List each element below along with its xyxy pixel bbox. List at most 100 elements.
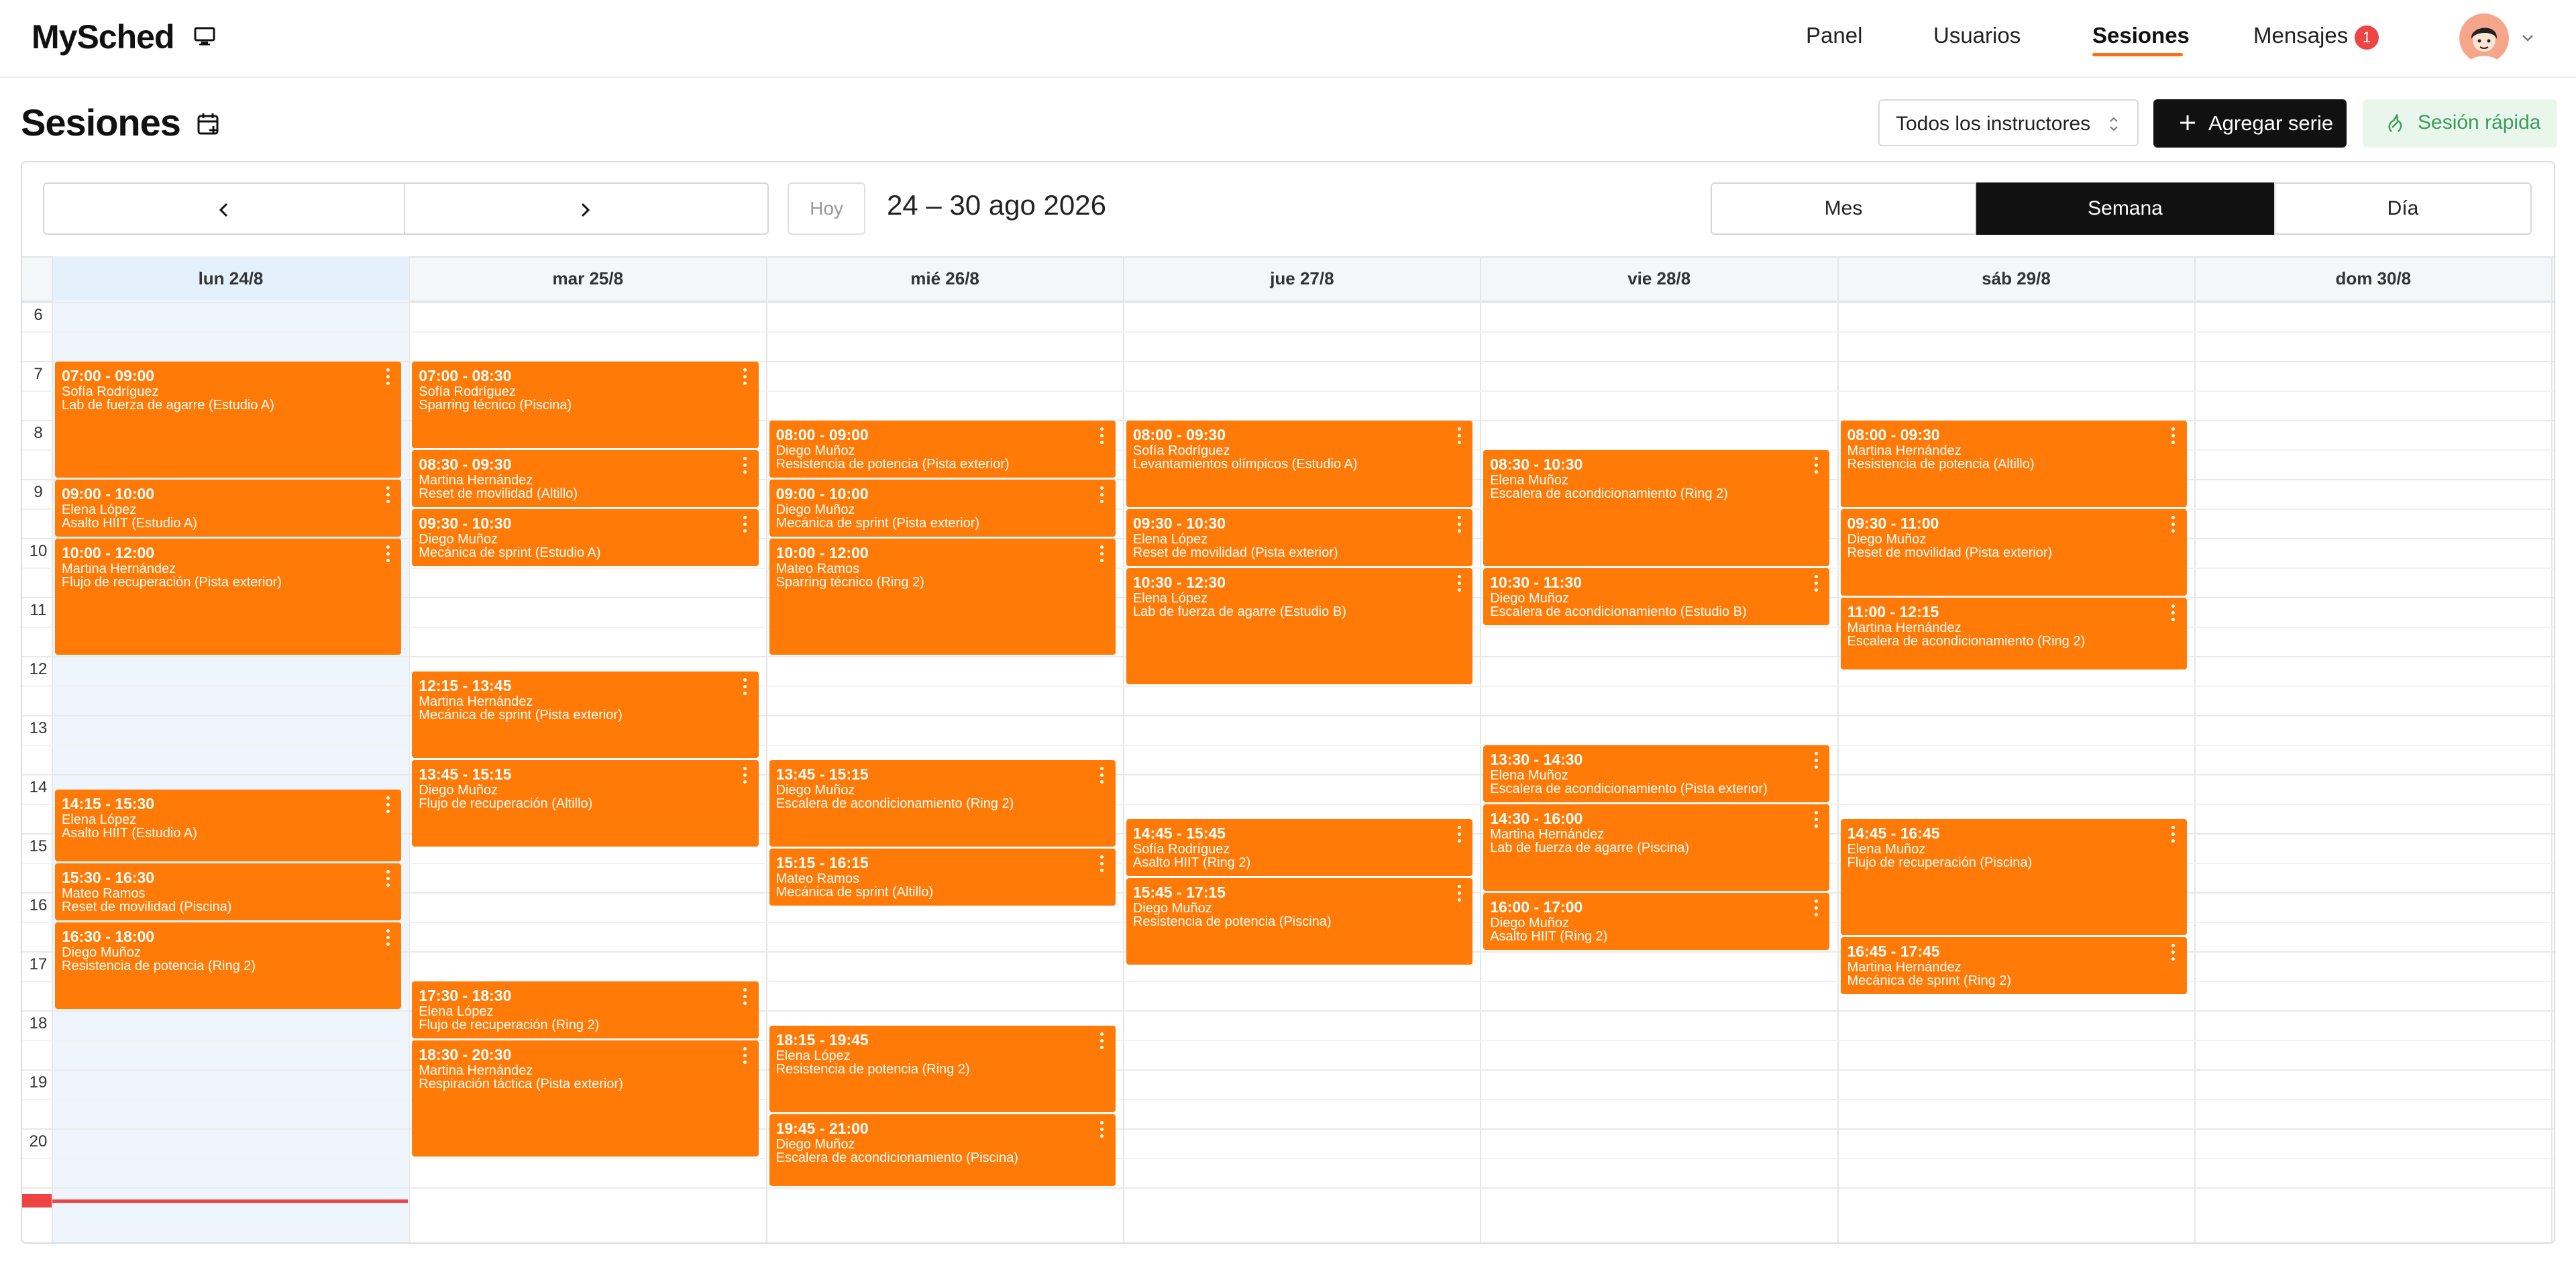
kebab-menu-icon[interactable] — [743, 1047, 748, 1066]
session-event[interactable]: 16:30 - 18:00 Diego Muñoz Resistencia de p… — [55, 922, 402, 1009]
kebab-menu-icon[interactable] — [385, 368, 390, 387]
hour-label: 11 — [30, 601, 47, 619]
session-event[interactable]: 13:45 - 15:15 Diego Muñoz Flujo de recuper… — [412, 760, 759, 847]
session-event[interactable]: 14:30 - 16:00 Martina Hernández Lab de fue… — [1483, 804, 1830, 891]
session-event[interactable]: 13:45 - 15:15 Diego Muñoz Escalera de acon… — [769, 760, 1116, 847]
view-day-button[interactable]: Día — [2274, 182, 2532, 235]
session-event[interactable]: 16:00 - 17:00 Diego Muñoz Asalto HIIT (Rin… — [1483, 893, 1830, 950]
session-event[interactable]: 09:30 - 11:00 Diego Muñoz Reset de movilid… — [1840, 509, 2187, 596]
session-event[interactable]: 15:45 - 17:15 Diego Muñoz Resistencia de p… — [1126, 878, 1473, 965]
event-time: 09:00 - 10:00 — [775, 485, 869, 502]
nav-panel[interactable]: Panel — [1806, 23, 1862, 48]
session-event[interactable]: 09:30 - 10:30 Elena López Reset de movilid… — [1126, 509, 1473, 566]
next-week-button[interactable] — [405, 182, 769, 235]
prev-week-button[interactable] — [43, 182, 405, 235]
kebab-menu-icon[interactable] — [2171, 604, 2176, 623]
kebab-menu-icon[interactable] — [2171, 516, 2176, 535]
session-event[interactable]: 11:00 - 12:15 Martina Hernández Escalera d… — [1840, 598, 2187, 669]
session-event[interactable]: 19:45 - 21:00 Diego Muñoz Escalera de acon… — [769, 1114, 1116, 1186]
quick-session-button[interactable]: Sesión rápida — [2363, 99, 2557, 148]
active-nav-indicator — [2092, 53, 2183, 56]
kebab-menu-icon[interactable] — [2171, 944, 2176, 963]
session-event[interactable]: 08:30 - 10:30 Elena Muñoz Escalera de acon… — [1483, 450, 1830, 566]
kebab-menu-icon[interactable] — [1099, 1121, 1105, 1140]
kebab-menu-icon[interactable] — [1099, 855, 1105, 874]
instructor-select[interactable]: Todos los instructores — [1878, 99, 2139, 146]
kebab-menu-icon[interactable] — [2171, 427, 2176, 446]
hour-gridline — [22, 1128, 2554, 1130]
session-event[interactable]: 14:45 - 16:45 Elena Muñoz Flujo de recuper… — [1840, 819, 2187, 935]
event-class: Mecánica de sprint (Pista exterior) — [419, 708, 623, 722]
kebab-menu-icon[interactable] — [1099, 1032, 1105, 1051]
session-event[interactable]: 09:00 - 10:00 Elena López Asalto HIIT (Est… — [55, 480, 402, 537]
chevron-down-icon[interactable] — [2520, 30, 2536, 46]
nav-sesiones[interactable]: Sesiones — [2092, 23, 2190, 48]
kebab-menu-icon[interactable] — [743, 368, 748, 387]
session-event[interactable]: 07:00 - 09:00 Sofía Rodríguez Lab de fuerz… — [55, 362, 402, 478]
event-time: 18:15 - 19:45 — [775, 1031, 869, 1049]
brand-logo[interactable]: MySched — [32, 17, 175, 56]
session-event[interactable]: 15:30 - 16:30 Mateo Ramos Reset de movilid… — [55, 863, 402, 920]
kebab-menu-icon[interactable] — [1813, 900, 1819, 918]
kebab-menu-icon[interactable] — [743, 457, 748, 476]
event-time: 09:00 - 10:00 — [62, 485, 155, 502]
today-button[interactable]: Hoy — [788, 182, 865, 235]
user-avatar[interactable] — [2459, 13, 2509, 63]
session-event[interactable]: 18:15 - 19:45 Elena López Resistencia de p… — [769, 1026, 1116, 1112]
nav-usuarios[interactable]: Usuarios — [1933, 23, 2021, 48]
session-event[interactable]: 08:30 - 09:30 Martina Hernández Reset de m… — [412, 450, 759, 507]
add-series-button[interactable]: Agregar serie — [2153, 99, 2347, 148]
kebab-menu-icon[interactable] — [743, 988, 748, 1007]
session-event[interactable]: 08:00 - 09:30 Martina Hernández Resistenci… — [1840, 421, 2187, 507]
session-event[interactable]: 10:00 - 12:00 Mateo Ramos Sparring técnico… — [769, 539, 1116, 655]
kebab-menu-icon[interactable] — [2171, 826, 2176, 845]
kebab-menu-icon[interactable] — [1099, 486, 1105, 505]
session-event[interactable]: 17:30 - 18:30 Elena López Flujo de recuper… — [412, 981, 759, 1038]
session-event[interactable]: 13:30 - 14:30 Elena Muñoz Escalera de acon… — [1483, 745, 1830, 802]
kebab-menu-icon[interactable] — [1813, 811, 1819, 830]
kebab-menu-icon[interactable] — [743, 678, 748, 697]
kebab-menu-icon[interactable] — [743, 516, 748, 535]
event-time: 13:45 - 15:15 — [419, 765, 512, 783]
session-event[interactable]: 08:00 - 09:30 Sofía Rodríguez Levantamient… — [1126, 421, 1473, 507]
kebab-menu-icon[interactable] — [1813, 575, 1819, 594]
event-class: Mecánica de sprint (Estudio A) — [419, 545, 601, 560]
session-event[interactable]: 08:00 - 09:00 Diego Muñoz Resistencia de p… — [769, 421, 1116, 478]
kebab-menu-icon[interactable] — [743, 767, 748, 786]
view-week-button[interactable]: Semana — [1976, 182, 2274, 235]
session-event[interactable]: 07:00 - 08:30 Sofía Rodríguez Sparring téc… — [412, 362, 759, 448]
session-event[interactable]: 16:45 - 17:45 Martina Hernández Mecánica d… — [1840, 937, 2187, 994]
kebab-menu-icon[interactable] — [1099, 427, 1105, 446]
kebab-menu-icon[interactable] — [1456, 826, 1462, 845]
kebab-menu-icon[interactable] — [1099, 767, 1105, 786]
kebab-menu-icon[interactable] — [385, 545, 390, 564]
session-event[interactable]: 10:30 - 12:30 Elena López Lab de fuerza de… — [1126, 568, 1473, 684]
kebab-menu-icon[interactable] — [1456, 575, 1462, 594]
session-event[interactable]: 14:15 - 15:30 Elena López Asalto HIIT (Est… — [55, 790, 402, 861]
calendar-plus-icon[interactable] — [196, 111, 221, 137]
view-month-button[interactable]: Mes — [1711, 182, 1976, 235]
event-class: Respiración táctica (Pista exterior) — [419, 1077, 623, 1091]
event-time: 10:30 - 11:30 — [1490, 574, 1582, 591]
kebab-menu-icon[interactable] — [1456, 885, 1462, 904]
session-event[interactable]: 10:00 - 12:00 Martina Hernández Flujo de r… — [55, 539, 402, 655]
kebab-menu-icon[interactable] — [385, 796, 390, 815]
session-event[interactable]: 09:30 - 10:30 Diego Muñoz Mecánica de spri… — [412, 509, 759, 566]
kebab-menu-icon[interactable] — [1099, 545, 1105, 564]
kebab-menu-icon[interactable] — [385, 870, 390, 889]
session-event[interactable]: 14:45 - 15:45 Sofía Rodríguez Asalto HIIT … — [1126, 819, 1473, 876]
kebab-menu-icon[interactable] — [385, 486, 390, 505]
kebab-menu-icon[interactable] — [1813, 457, 1819, 476]
event-class: Levantamientos olímpicos (Estudio A) — [1132, 457, 1358, 472]
session-event[interactable]: 09:00 - 10:00 Diego Muñoz Mecánica de spri… — [769, 480, 1116, 537]
session-event[interactable]: 10:30 - 11:30 Diego Muñoz Escalera de acon… — [1483, 568, 1830, 625]
session-event[interactable]: 18:30 - 20:30 Martina Hernández Respiració… — [412, 1040, 759, 1157]
kebab-menu-icon[interactable] — [1813, 752, 1819, 771]
kebab-menu-icon[interactable] — [1456, 516, 1462, 535]
session-event[interactable]: 15:15 - 16:15 Mateo Ramos Mecánica de spri… — [769, 849, 1116, 906]
kebab-menu-icon[interactable] — [385, 929, 390, 948]
event-class: Resistencia de potencia (Pista exterior) — [775, 457, 1010, 472]
kebab-menu-icon[interactable] — [1456, 427, 1462, 446]
nav-mensajes[interactable]: Mensajes — [2253, 23, 2348, 48]
session-event[interactable]: 12:15 - 13:45 Martina Hernández Mecánica d… — [412, 672, 759, 758]
